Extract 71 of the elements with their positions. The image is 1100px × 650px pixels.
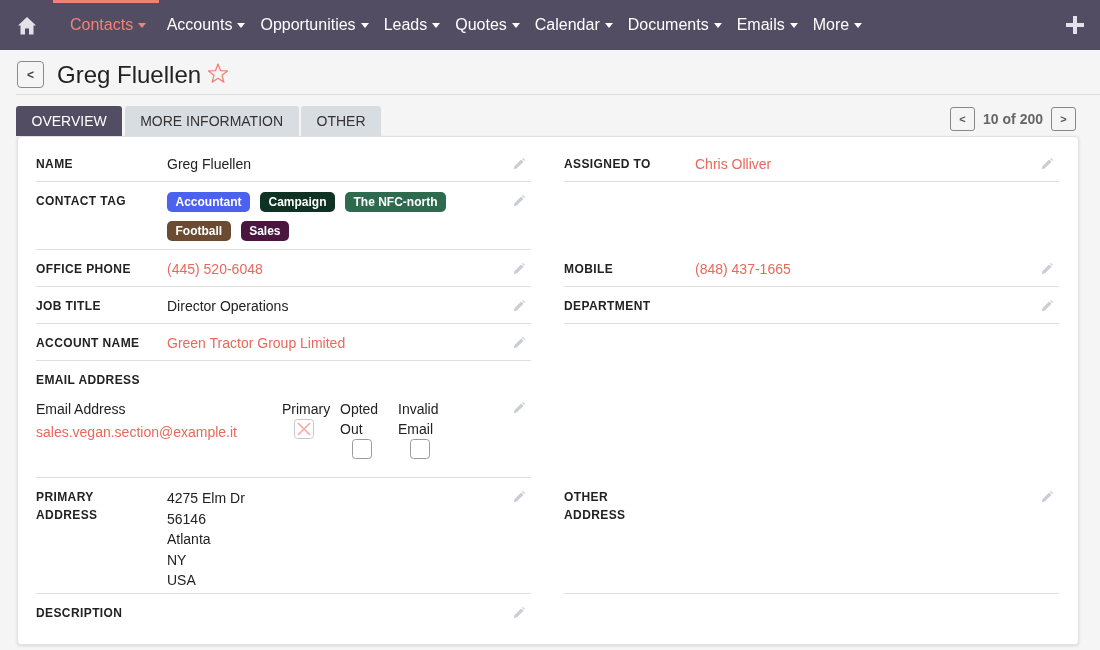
pencil-icon[interactable] [1041,300,1053,312]
field-label: DEPARTMENT [564,298,652,315]
caret-icon [432,22,441,28]
nav-item[interactable]: Leads [376,0,448,50]
field-value: Greg Fluellen [167,156,252,172]
caret-icon [604,22,613,28]
pencil-icon[interactable] [513,263,525,275]
contact-tag: The NFC-north [345,192,446,212]
contact-tag: Campaign [260,192,335,212]
field-label: OFFICE PHONE [36,261,132,278]
back-button[interactable]: < [17,61,44,88]
nav-item[interactable]: Opportunities [252,0,377,50]
field-label: ACCOUNT NAME [36,335,141,352]
pencil-icon[interactable] [1041,491,1053,503]
pencil-icon[interactable] [513,300,525,312]
next-button[interactable]: > [1051,107,1076,131]
tab[interactable]: OVERVIEW [16,106,123,136]
nav-item[interactable]: Accounts [159,0,253,50]
contact-tag: Football [167,221,231,241]
contact-tag: Accountant [167,192,250,212]
address-line: Atlanta [167,530,212,549]
pencil-icon[interactable] [513,158,525,170]
field-label: PRIMARY ADDRESS [36,489,99,524]
address-line: 4275 Elm Dr [167,489,246,508]
pencil-icon[interactable] [1041,158,1053,170]
column-header: Primary [282,400,332,419]
nav-item[interactable]: More [805,0,870,50]
record-counter: 10 of 200 [983,111,1043,127]
nav-item[interactable]: Emails [729,0,806,50]
nav-item[interactable]: Quotes [447,0,528,50]
home-icon [17,15,37,35]
checkbox[interactable] [410,439,430,459]
nav-item[interactable]: Calendar [527,0,621,50]
pencil-icon[interactable] [513,491,525,503]
field-value: Director Operations [167,298,289,314]
field-label: CONTACT TAG [36,193,127,210]
field-label: OTHER ADDRESS [564,489,627,524]
checkbox[interactable] [352,439,372,459]
caret-icon [511,22,520,28]
contact-tag: Sales [240,221,290,241]
field-label: EMAIL ADDRESS [36,372,140,389]
field-label: ASSIGNED TO [564,156,652,173]
address-line: USA [167,571,197,590]
field-label: NAME [36,156,74,173]
field-label: DESCRIPTION [36,604,124,622]
nav-item[interactable]: Documents [620,0,730,50]
pencil-icon[interactable] [1041,263,1053,275]
record-title: Greg Fluellen [57,60,202,89]
column-header: Invalid Email [398,400,440,439]
column-header: Opted Out [340,400,380,439]
pencil-icon[interactable] [513,195,525,207]
tab[interactable]: MORE INFORMATION [124,106,299,136]
pencil-icon[interactable] [513,337,525,349]
caret-icon [360,22,369,28]
caret-icon [789,22,798,28]
previous-button[interactable]: < [950,107,976,131]
field-label: JOB TITLE [36,298,102,315]
plus-icon [1065,15,1085,35]
caret-icon [713,22,722,28]
caret-icon [138,22,147,28]
column-header: Email Address [36,400,127,419]
caret-icon [854,22,863,28]
address-line: 56146 [167,509,207,529]
pencil-icon[interactable] [513,606,525,619]
checkbox[interactable] [294,419,314,439]
pencil-icon[interactable] [513,402,525,414]
field-label: MOBILE [564,261,615,278]
tab[interactable]: OTHER [301,106,382,136]
star-icon[interactable] [207,63,230,84]
address-line: NY [167,550,188,570]
caret-icon [237,22,246,28]
